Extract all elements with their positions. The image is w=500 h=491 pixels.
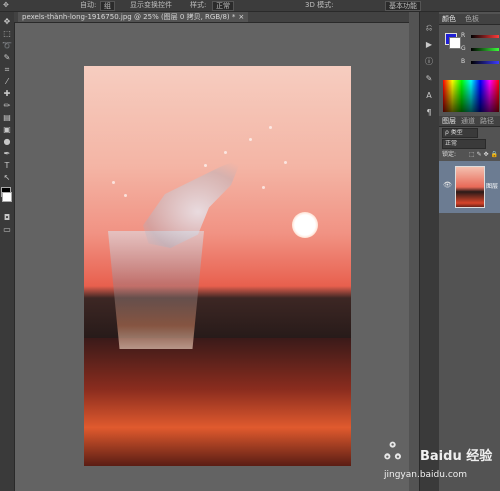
info-icon[interactable]: ⓘ <box>423 56 435 68</box>
paragraph-icon[interactable]: ¶ <box>423 107 435 119</box>
water-glass <box>108 231 204 349</box>
lock-icons[interactable]: ⬚ ✎ ✥ 🔒 <box>469 151 498 159</box>
tab-color[interactable]: 颜色 <box>442 14 456 24</box>
water-drop <box>224 151 227 154</box>
close-icon[interactable]: × <box>238 13 244 21</box>
background-color-swatch[interactable] <box>2 192 12 202</box>
quick-mask-icon[interactable]: ◘ <box>1 212 13 224</box>
visibility-eye-icon[interactable]: 👁 <box>443 181 452 189</box>
layer-filter-dropdown[interactable]: ρ 类型 <box>442 128 478 138</box>
color-panel-tabs: 颜色 色板 <box>439 14 500 25</box>
auto-select-dropdown[interactable]: 组 <box>100 1 115 11</box>
water-splash <box>143 158 242 248</box>
blend-mode-dropdown[interactable]: 正常 <box>442 139 486 149</box>
water-drop <box>124 194 127 197</box>
color-spectrum[interactable] <box>443 80 499 112</box>
history-icon[interactable]: ⎌ <box>423 22 435 34</box>
baidu-paw-logo: ஃ <box>384 440 402 465</box>
options-bar: ✥ 自动: 组 显示变换控件 样式: 正常 3D 模式: 基本功能 <box>0 0 500 12</box>
layer-name[interactable]: 图层 0 拷贝 <box>486 181 500 190</box>
layer-thumbnail <box>455 166 485 208</box>
baidu-watermark: ஃ Baidu 经验 jingyan.baidu.com <box>382 440 492 485</box>
healing-icon[interactable]: ✚ <box>1 88 13 100</box>
screen-mode-icon[interactable]: ▭ <box>1 224 13 236</box>
tools-panel: ✥ ⬚ ➰ ✎ ⌗ ⁄ ✚ ✏ ▤ ▣ ● ✒ T ↖ ◘ ▭ <box>0 12 15 491</box>
quick-select-icon[interactable]: ✎ <box>1 52 13 64</box>
brush-icon[interactable]: ✏ <box>1 100 13 112</box>
channel-r-slider[interactable] <box>471 35 499 38</box>
crop-icon[interactable]: ⌗ <box>1 64 13 76</box>
actions-play-icon[interactable]: ▶ <box>423 39 435 51</box>
water-drop <box>112 181 115 184</box>
sun <box>292 212 318 238</box>
channel-g-slider[interactable] <box>471 48 499 51</box>
document-tab[interactable]: pexels-thành-long-1916750.jpg @ 25% (图层 … <box>18 12 249 22</box>
auto-select-label: 自动: <box>80 1 97 9</box>
style-dropdown[interactable]: 正常 <box>212 1 234 11</box>
tab-swatches[interactable]: 色板 <box>465 14 479 24</box>
pen-icon[interactable]: ✒ <box>1 148 13 160</box>
gradient-icon[interactable]: ▣ <box>1 124 13 136</box>
layers-panel-tabs: 图层 通道 路径 <box>439 116 500 127</box>
character-icon[interactable]: A <box>423 90 435 102</box>
move-tool-icon[interactable]: ✥ <box>3 0 9 11</box>
document-image[interactable] <box>84 66 351 466</box>
water-drop <box>284 161 287 164</box>
dodge-icon[interactable]: ● <box>1 136 13 148</box>
channel-b-slider[interactable] <box>471 61 499 64</box>
type-icon[interactable]: T <box>1 160 13 172</box>
brush-preset-icon[interactable]: ✎ <box>423 73 435 85</box>
style-label: 样式: <box>190 1 207 9</box>
marquee-icon[interactable]: ⬚ <box>1 28 13 40</box>
transform-controls-checkbox[interactable]: 显示变换控件 <box>130 0 172 11</box>
channel-g-label: G <box>461 45 466 52</box>
workspace-dropdown[interactable]: 基本功能 <box>385 1 421 11</box>
panels-dock: 颜色 色板 R G B 图层 通道 路径 ρ 类型 正常 锁定: ⬚ ✎ ✥ 🔒… <box>439 12 500 491</box>
water-drop <box>269 126 272 129</box>
stamp-icon[interactable]: ▤ <box>1 112 13 124</box>
panel-icon-strip: ⎌ ▶ ⓘ ✎ A ¶ <box>419 12 440 491</box>
tab-channels[interactable]: 通道 <box>461 116 475 126</box>
document-title: pexels-thành-long-1916750.jpg @ 25% (图层 … <box>22 13 236 21</box>
lock-label: 锁定: <box>442 151 457 158</box>
mode-label: 3D 模式: <box>305 1 334 9</box>
color-panel-background[interactable] <box>449 37 461 49</box>
watermark-brand: Baidu 经验 <box>420 449 493 464</box>
document-tab-bar: pexels-thành-long-1916750.jpg @ 25% (图层 … <box>14 12 409 23</box>
eyedropper-icon[interactable]: ⁄ <box>1 76 13 88</box>
water-drop <box>262 186 265 189</box>
tab-layers[interactable]: 图层 <box>442 116 456 126</box>
layer-row[interactable]: 👁 图层 0 拷贝 <box>439 161 500 213</box>
tabletop-reflection <box>84 338 351 466</box>
water-drop <box>204 164 207 167</box>
watermark-url: jingyan.baidu.com <box>384 470 468 480</box>
water-drop <box>249 138 252 141</box>
move-icon[interactable]: ✥ <box>1 16 13 28</box>
channel-b-label: B <box>461 58 466 65</box>
tab-paths[interactable]: 路径 <box>480 116 494 126</box>
lasso-icon[interactable]: ➰ <box>1 40 13 52</box>
channel-r-label: R <box>461 32 466 39</box>
path-select-icon[interactable]: ↖ <box>1 172 13 184</box>
